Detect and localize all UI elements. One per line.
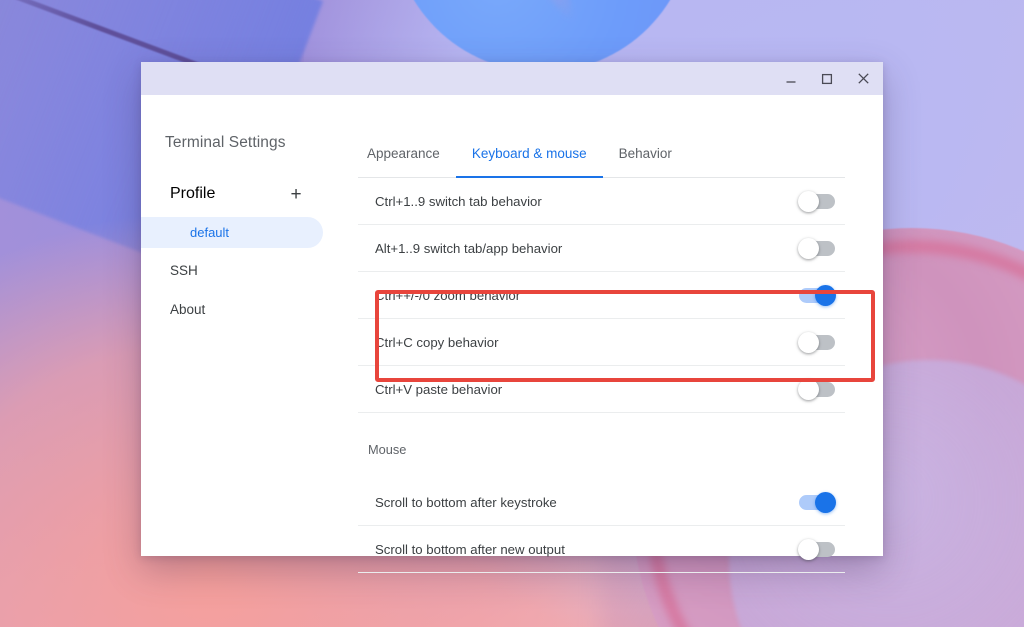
page-title: Terminal Settings — [141, 134, 327, 152]
minimize-button[interactable] — [773, 62, 809, 95]
tab-bar: Appearance Keyboard & mouse Behavior — [358, 146, 845, 178]
toggle-knob — [798, 332, 819, 353]
desktop-wallpaper: Terminal Settings Profile + default SSH … — [0, 0, 1024, 627]
toggle-knob — [815, 492, 836, 513]
toggle-knob — [798, 379, 819, 400]
maximize-icon — [821, 73, 833, 85]
close-icon — [857, 72, 870, 85]
setting-label: Ctrl+C copy behavior — [375, 335, 499, 350]
setting-row-scroll-after-keystroke: Scroll to bottom after keystroke — [358, 479, 845, 526]
setting-row-ctrl-v-paste: Ctrl+V paste behavior — [358, 366, 845, 413]
toggle-ctrl-zoom[interactable] — [799, 288, 835, 303]
window-title-bar — [141, 62, 883, 95]
sidebar-item-ssh[interactable]: SSH — [141, 255, 327, 286]
setting-label: Scroll to bottom after keystroke — [375, 495, 557, 510]
setting-row-ctrl-1-9-switch-tab: Ctrl+1..9 switch tab behavior — [358, 178, 845, 225]
tab-label: Keyboard & mouse — [472, 146, 587, 161]
setting-label: Ctrl++/-/0 zoom behavior — [375, 288, 520, 303]
tab-appearance[interactable]: Appearance — [358, 146, 456, 177]
toggle-ctrl-v-paste[interactable] — [799, 382, 835, 397]
setting-label: Scroll to bottom after new output — [375, 542, 565, 557]
sidebar-item-label: About — [170, 302, 205, 317]
plus-icon[interactable]: + — [285, 183, 307, 205]
setting-row-scroll-after-new-output: Scroll to bottom after new output — [358, 526, 845, 573]
setting-label: Ctrl+V paste behavior — [375, 382, 502, 397]
maximize-button[interactable] — [809, 62, 845, 95]
terminal-settings-window: Terminal Settings Profile + default SSH … — [141, 62, 883, 556]
toggle-knob — [798, 539, 819, 560]
section-header-mouse: Mouse — [358, 413, 845, 479]
toggle-scroll-after-keystroke[interactable] — [799, 495, 835, 510]
sidebar-item-default[interactable]: default — [141, 217, 323, 248]
settings-content: Appearance Keyboard & mouse Behavior Ctr… — [327, 95, 883, 556]
toggle-scroll-after-new-output[interactable] — [799, 542, 835, 557]
toggle-knob — [798, 238, 819, 259]
tab-label: Appearance — [367, 146, 440, 161]
sidebar-item-about[interactable]: About — [141, 294, 327, 325]
profile-group-header: Profile + — [141, 179, 327, 209]
toggle-alt-1-9-switch-tab-app[interactable] — [799, 241, 835, 256]
close-button[interactable] — [845, 62, 881, 95]
setting-row-ctrl-zoom: Ctrl++/-/0 zoom behavior — [358, 272, 845, 319]
setting-row-ctrl-c-copy: Ctrl+C copy behavior — [358, 319, 845, 366]
tab-keyboard-and-mouse[interactable]: Keyboard & mouse — [456, 146, 603, 177]
tab-behavior[interactable]: Behavior — [603, 146, 688, 177]
setting-row-alt-1-9-switch-tab-app: Alt+1..9 switch tab/app behavior — [358, 225, 845, 272]
window-body: Terminal Settings Profile + default SSH … — [141, 95, 883, 556]
toggle-knob — [798, 191, 819, 212]
toggle-ctrl-c-copy[interactable] — [799, 335, 835, 350]
setting-label: Ctrl+1..9 switch tab behavior — [375, 194, 542, 209]
sidebar-item-label: SSH — [170, 263, 198, 278]
setting-label: Alt+1..9 switch tab/app behavior — [375, 241, 562, 256]
sidebar: Terminal Settings Profile + default SSH … — [141, 95, 327, 556]
sidebar-item-label: default — [190, 225, 229, 240]
toggle-knob — [815, 285, 836, 306]
profile-label: Profile — [170, 185, 215, 203]
tab-label: Behavior — [619, 146, 672, 161]
toggle-ctrl-1-9-switch-tab[interactable] — [799, 194, 835, 209]
minimize-icon — [785, 73, 797, 85]
